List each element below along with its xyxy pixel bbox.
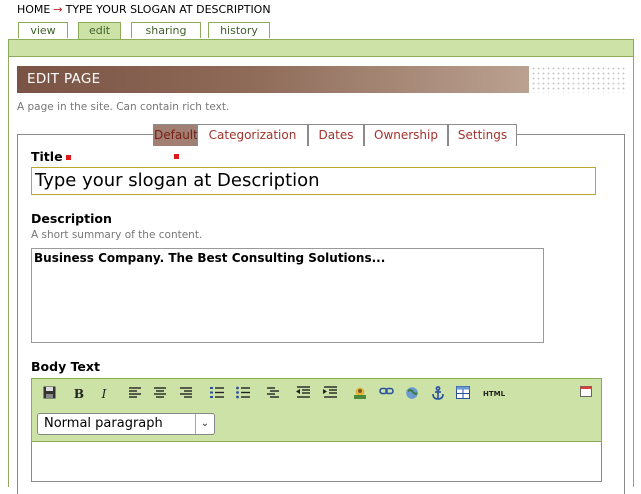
align-left-icon[interactable] bbox=[126, 386, 144, 402]
decorative-dots bbox=[531, 66, 627, 93]
description-label: Description bbox=[31, 211, 112, 226]
paragraph-format-select[interactable]: Normal paragraph ⌄ bbox=[37, 413, 215, 435]
save-icon[interactable] bbox=[40, 386, 58, 402]
description-help: A short summary of the content. bbox=[31, 229, 203, 241]
bullet-list-icon[interactable] bbox=[234, 386, 252, 402]
title-input[interactable]: Type your slogan at Description bbox=[31, 167, 596, 195]
form-tab-settings[interactable]: Settings bbox=[448, 124, 517, 146]
description-textarea[interactable]: Business Company. The Best Consulting So… bbox=[31, 248, 544, 343]
indent-icon[interactable] bbox=[321, 386, 339, 402]
bold-icon[interactable]: B bbox=[70, 386, 88, 402]
html-source-button[interactable]: HTML bbox=[481, 386, 507, 402]
tab-view[interactable]: view bbox=[18, 22, 68, 38]
external-link-icon[interactable] bbox=[403, 386, 421, 402]
insert-image-icon[interactable] bbox=[351, 386, 369, 402]
body-text-label: Body Text bbox=[31, 359, 100, 374]
tab-edit[interactable]: edit bbox=[78, 22, 121, 40]
insert-table-icon[interactable] bbox=[454, 386, 472, 402]
form-tab-categorization[interactable]: Categorization bbox=[197, 124, 308, 146]
outdent-icon[interactable] bbox=[294, 386, 312, 402]
editor-toolbar: B I HTML Normal paragraph ⌄ bbox=[31, 378, 602, 442]
breadcrumb: HOME → TYPE YOUR SLOGAN AT DESCRIPTION bbox=[17, 3, 271, 16]
align-right-icon[interactable] bbox=[177, 386, 195, 402]
breadcrumb-current: TYPE YOUR SLOGAN AT DESCRIPTION bbox=[65, 3, 271, 16]
title-label: Title bbox=[31, 149, 71, 164]
form-tab-default[interactable]: Default bbox=[153, 124, 198, 159]
definition-list-icon[interactable] bbox=[264, 386, 282, 402]
anchor-icon[interactable] bbox=[429, 386, 447, 402]
tab-sharing[interactable]: sharing bbox=[131, 22, 201, 38]
page-description: A page in the site. Can contain rich tex… bbox=[17, 101, 230, 113]
insert-link-icon[interactable] bbox=[377, 386, 395, 402]
form-tab-ownership[interactable]: Ownership bbox=[364, 124, 448, 146]
body-text-editor[interactable] bbox=[31, 442, 602, 482]
required-icon bbox=[174, 154, 179, 159]
numbered-list-icon[interactable] bbox=[208, 386, 226, 402]
breadcrumb-arrow-icon: → bbox=[53, 3, 63, 16]
italic-icon[interactable]: I bbox=[95, 386, 113, 402]
fullscreen-icon[interactable] bbox=[577, 386, 595, 402]
tab-history[interactable]: history bbox=[208, 22, 270, 38]
content-actions-bar bbox=[8, 39, 634, 57]
form-tab-dates[interactable]: Dates bbox=[308, 124, 364, 146]
required-icon bbox=[65, 155, 71, 160]
page-title: EDIT PAGE bbox=[17, 66, 529, 93]
chevron-down-icon: ⌄ bbox=[195, 414, 214, 434]
align-center-icon[interactable] bbox=[151, 386, 169, 402]
breadcrumb-home[interactable]: HOME bbox=[17, 3, 50, 16]
